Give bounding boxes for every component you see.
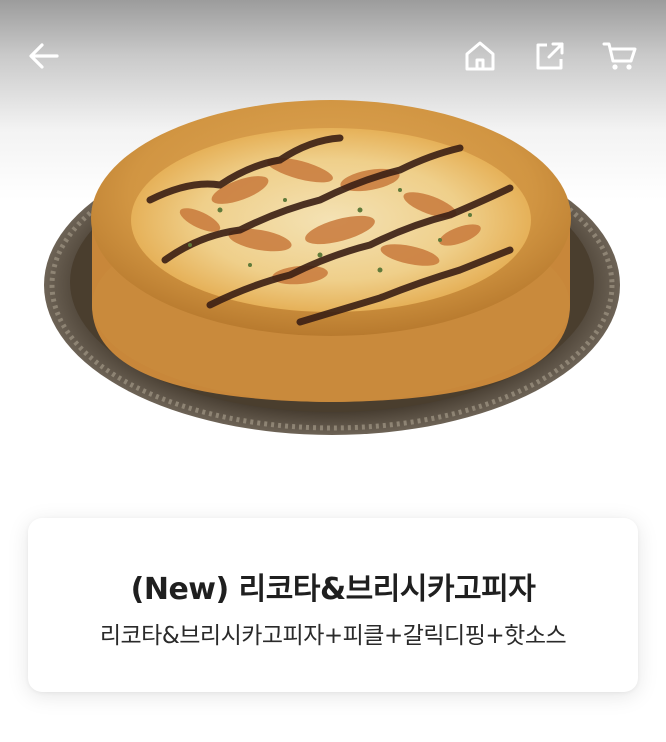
cart-button[interactable] [600,36,640,76]
cart-icon [602,42,637,70]
home-button[interactable] [460,36,500,76]
product-description: 리코타&브리시카고피자+피클+갈릭디핑+핫소스 [99,623,567,649]
share-button[interactable] [530,36,570,76]
product-info-card: (New) 리코타&브리시카고피자 리코타&브리시카고피자+피클+갈릭디핑+핫소… [28,518,638,692]
home-icon [465,41,495,71]
product-title: (New) 리코타&브리시카고피자 [130,572,536,607]
pizza-image [44,100,620,435]
back-arrow-icon [29,43,59,69]
back-button[interactable] [24,36,64,76]
top-bar [0,0,666,112]
share-icon [536,42,564,70]
product-detail-screen: (New) 리코타&브리시카고피자 리코타&브리시카고피자+피클+갈릭디핑+핫소… [0,0,666,742]
